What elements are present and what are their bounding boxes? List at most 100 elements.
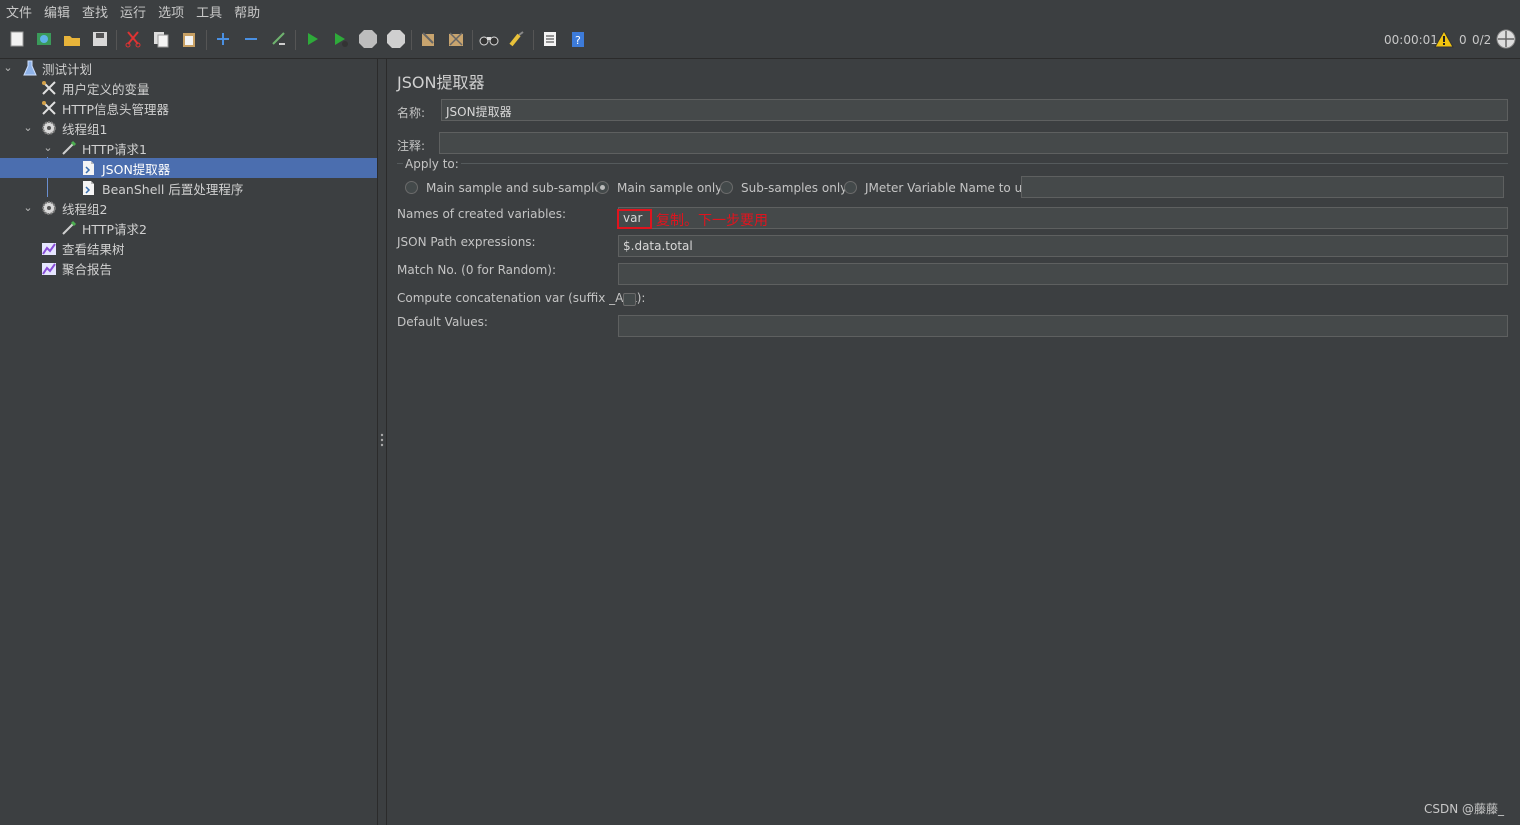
- json-path-label: JSON Path expressions:: [397, 235, 536, 249]
- warning-count: 0: [1459, 33, 1467, 47]
- toggle-icon[interactable]: [268, 28, 290, 50]
- tree-item-http-request-2[interactable]: HTTP请求2: [0, 218, 377, 238]
- concat-label: Compute concatenation var (suffix _ALL):: [397, 291, 646, 305]
- sampler-icon: [62, 140, 77, 155]
- apply-to-label: Apply to:: [403, 157, 461, 171]
- start-icon[interactable]: [301, 28, 323, 50]
- names-label: Names of created variables:: [397, 207, 567, 221]
- post-processor-icon: [83, 181, 94, 195]
- tree-item-user-vars[interactable]: 用户定义的变量: [0, 78, 377, 98]
- test-plan-tree[interactable]: ⌄ 测试计划 用户定义的变量 HTTP信息头管理器 ⌄ 线程组1 ⌄ HTTP请…: [0, 59, 378, 825]
- tree-item-aggregate-report[interactable]: 聚合报告: [0, 258, 377, 278]
- menu-search[interactable]: 查找: [76, 2, 114, 21]
- match-no-label: Match No. (0 for Random):: [397, 263, 557, 277]
- chevron-down-icon[interactable]: ⌄: [2, 62, 14, 74]
- config-icon: [42, 81, 56, 95]
- panel-title: JSON提取器: [397, 73, 485, 92]
- paste-icon[interactable]: [178, 28, 200, 50]
- templates-icon[interactable]: [33, 28, 55, 50]
- tree-item-results-tree[interactable]: 查看结果树: [0, 238, 377, 258]
- split-pane-divider[interactable]: [378, 59, 387, 825]
- copy-icon[interactable]: [150, 28, 172, 50]
- search-icon[interactable]: [478, 28, 500, 50]
- radio-sub-only[interactable]: [720, 181, 733, 194]
- menu-file[interactable]: 文件: [0, 2, 38, 21]
- reset-search-icon[interactable]: [506, 28, 528, 50]
- tree-item-http-request-1[interactable]: ⌄ HTTP请求1: [0, 138, 377, 158]
- tree-item-test-plan[interactable]: ⌄ 测试计划: [0, 58, 377, 78]
- jmeter-var-field[interactable]: [1021, 176, 1504, 198]
- radio-main-and-sub-label: Main sample and sub-samples: [426, 181, 608, 195]
- tree-item-label: HTTP请求1: [82, 141, 147, 157]
- remote-globe-icon[interactable]: [1495, 28, 1517, 50]
- tree-item-json-extractor[interactable]: JSON提取器: [0, 158, 377, 178]
- chevron-down-icon[interactable]: ⌄: [22, 122, 34, 134]
- watermark: CSDN @藤藤_: [1423, 802, 1504, 816]
- tree-item-label: 查看结果树: [62, 241, 125, 257]
- tree-item-label: BeanShell 后置处理程序: [102, 181, 244, 197]
- chevron-down-icon[interactable]: ⌄: [42, 142, 54, 154]
- apply-to-divider: [397, 163, 1508, 164]
- radio-jmeter-var[interactable]: [844, 181, 857, 194]
- json-extractor-panel: JSON提取器 名称: JSON提取器 注释: Apply to: Main s…: [387, 59, 1520, 825]
- tree-item-header-manager[interactable]: HTTP信息头管理器: [0, 98, 377, 118]
- radio-sub-only-label: Sub-samples only: [741, 181, 848, 195]
- clear-icon[interactable]: [417, 28, 439, 50]
- post-processor-icon: [83, 161, 94, 175]
- function-helper-icon[interactable]: [539, 28, 561, 50]
- tree-item-label: 线程组2: [62, 201, 108, 217]
- help-icon[interactable]: ?: [567, 28, 589, 50]
- new-icon[interactable]: [6, 28, 28, 50]
- svg-text:?: ?: [575, 34, 581, 47]
- menu-help[interactable]: 帮助: [228, 2, 266, 21]
- warning-icon[interactable]: [1433, 28, 1455, 50]
- clear-all-icon[interactable]: [445, 28, 467, 50]
- tree-item-thread-group-2[interactable]: ⌄ 线程组2: [0, 198, 377, 218]
- radio-jmeter-var-label: JMeter Variable Name to use: [865, 181, 1036, 195]
- radio-main-only-label: Main sample only: [617, 181, 723, 195]
- match-no-field[interactable]: [618, 263, 1508, 285]
- radio-main-and-sub[interactable]: [405, 181, 418, 194]
- thread-group-icon: [42, 121, 56, 135]
- name-field[interactable]: JSON提取器: [441, 99, 1508, 121]
- comment-field[interactable]: [439, 132, 1508, 154]
- menu-tools[interactable]: 工具: [190, 2, 228, 21]
- sampler-icon: [62, 220, 77, 235]
- config-icon: [42, 101, 56, 115]
- tree-item-beanshell[interactable]: BeanShell 后置处理程序: [0, 178, 377, 198]
- listener-icon: [42, 263, 56, 275]
- tree-item-label: 聚合报告: [62, 261, 113, 277]
- start-no-pause-icon[interactable]: [329, 28, 351, 50]
- stop-icon[interactable]: [357, 28, 379, 50]
- comment-label: 注释:: [397, 139, 426, 153]
- collapse-icon[interactable]: [240, 28, 262, 50]
- menu-bar: 文件 编辑 查找 运行 选项 工具 帮助: [0, 0, 1520, 23]
- tree-item-label: HTTP请求2: [82, 221, 147, 237]
- cut-icon[interactable]: [122, 28, 144, 50]
- tree-item-label: 用户定义的变量: [62, 81, 150, 97]
- tree-item-thread-group-1[interactable]: ⌄ 线程组1: [0, 118, 377, 138]
- radio-main-only[interactable]: [596, 181, 609, 194]
- chevron-down-icon[interactable]: ⌄: [22, 202, 34, 214]
- annotation-highlight-box: [617, 209, 652, 229]
- annotation-text: 复制。下一步要用: [656, 213, 768, 229]
- menu-edit[interactable]: 编辑: [38, 2, 76, 21]
- concat-checkbox[interactable]: [623, 293, 636, 306]
- open-icon[interactable]: [61, 28, 83, 50]
- test-plan-icon: [23, 60, 37, 76]
- tree-item-label: JSON提取器: [102, 161, 171, 177]
- json-path-field[interactable]: $.data.total: [618, 235, 1508, 257]
- drag-handle-icon: [380, 433, 384, 447]
- name-label: 名称:: [397, 106, 426, 120]
- default-values-field[interactable]: [618, 315, 1508, 337]
- menu-options[interactable]: 选项: [152, 2, 190, 21]
- toolbar: ? 00:00:01 0 0/2: [0, 22, 1520, 59]
- tree-item-label: 测试计划: [42, 61, 93, 77]
- shutdown-icon[interactable]: [385, 28, 407, 50]
- expand-icon[interactable]: [212, 28, 234, 50]
- save-icon[interactable]: [89, 28, 111, 50]
- menu-run[interactable]: 运行: [114, 2, 152, 21]
- tree-item-label: 线程组1: [62, 121, 108, 137]
- default-values-label: Default Values:: [397, 315, 488, 329]
- tree-item-label: HTTP信息头管理器: [62, 101, 169, 117]
